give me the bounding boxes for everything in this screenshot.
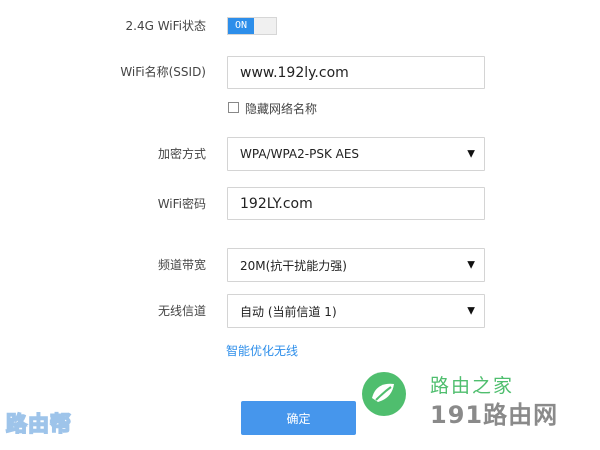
encryption-select[interactable]: WPA/WPA2-PSK AES ▼	[227, 137, 485, 171]
channel-select[interactable]: 自动 (当前信道 1) ▼	[227, 294, 485, 328]
chevron-down-icon: ▼	[467, 259, 475, 271]
hide-network-label: 隐藏网络名称	[245, 102, 318, 116]
password-label: WiFi密码	[157, 197, 206, 211]
password-input[interactable]: 192LY.com	[227, 187, 485, 220]
leaf-logo-icon	[362, 372, 406, 416]
chevron-down-icon: ▼	[467, 148, 475, 160]
hide-network-checkbox[interactable]	[228, 102, 239, 113]
toggle-on-indicator: ON	[228, 18, 254, 34]
ssid-value: www.192ly.com	[240, 64, 349, 81]
watermark-right-bottom: 191路由网	[430, 401, 559, 429]
encryption-label: 加密方式	[157, 147, 206, 161]
bandwidth-select[interactable]: 20M(抗干扰能力强) ▼	[227, 248, 485, 282]
bandwidth-label: 频道带宽	[157, 258, 206, 272]
wifi-status-toggle[interactable]: ON	[227, 17, 277, 35]
watermark-left: 路由帮	[5, 411, 72, 437]
encryption-value: WPA/WPA2-PSK AES	[240, 147, 360, 161]
wifi-status-label: 2.4G WiFi状态	[125, 19, 207, 33]
optimize-wireless-link[interactable]: 智能优化无线	[226, 342, 298, 359]
watermark-right-top: 路由之家	[430, 375, 515, 397]
chevron-down-icon: ▼	[467, 305, 475, 317]
password-value: 192LY.com	[240, 195, 313, 212]
channel-label: 无线信道	[157, 304, 206, 318]
confirm-button[interactable]: 确定	[241, 401, 356, 435]
ssid-label: WiFi名称(SSID)	[120, 65, 206, 79]
bandwidth-value: 20M(抗干扰能力强)	[240, 258, 347, 273]
ssid-input[interactable]: www.192ly.com	[227, 56, 485, 89]
channel-value: 自动 (当前信道 1)	[240, 304, 337, 319]
